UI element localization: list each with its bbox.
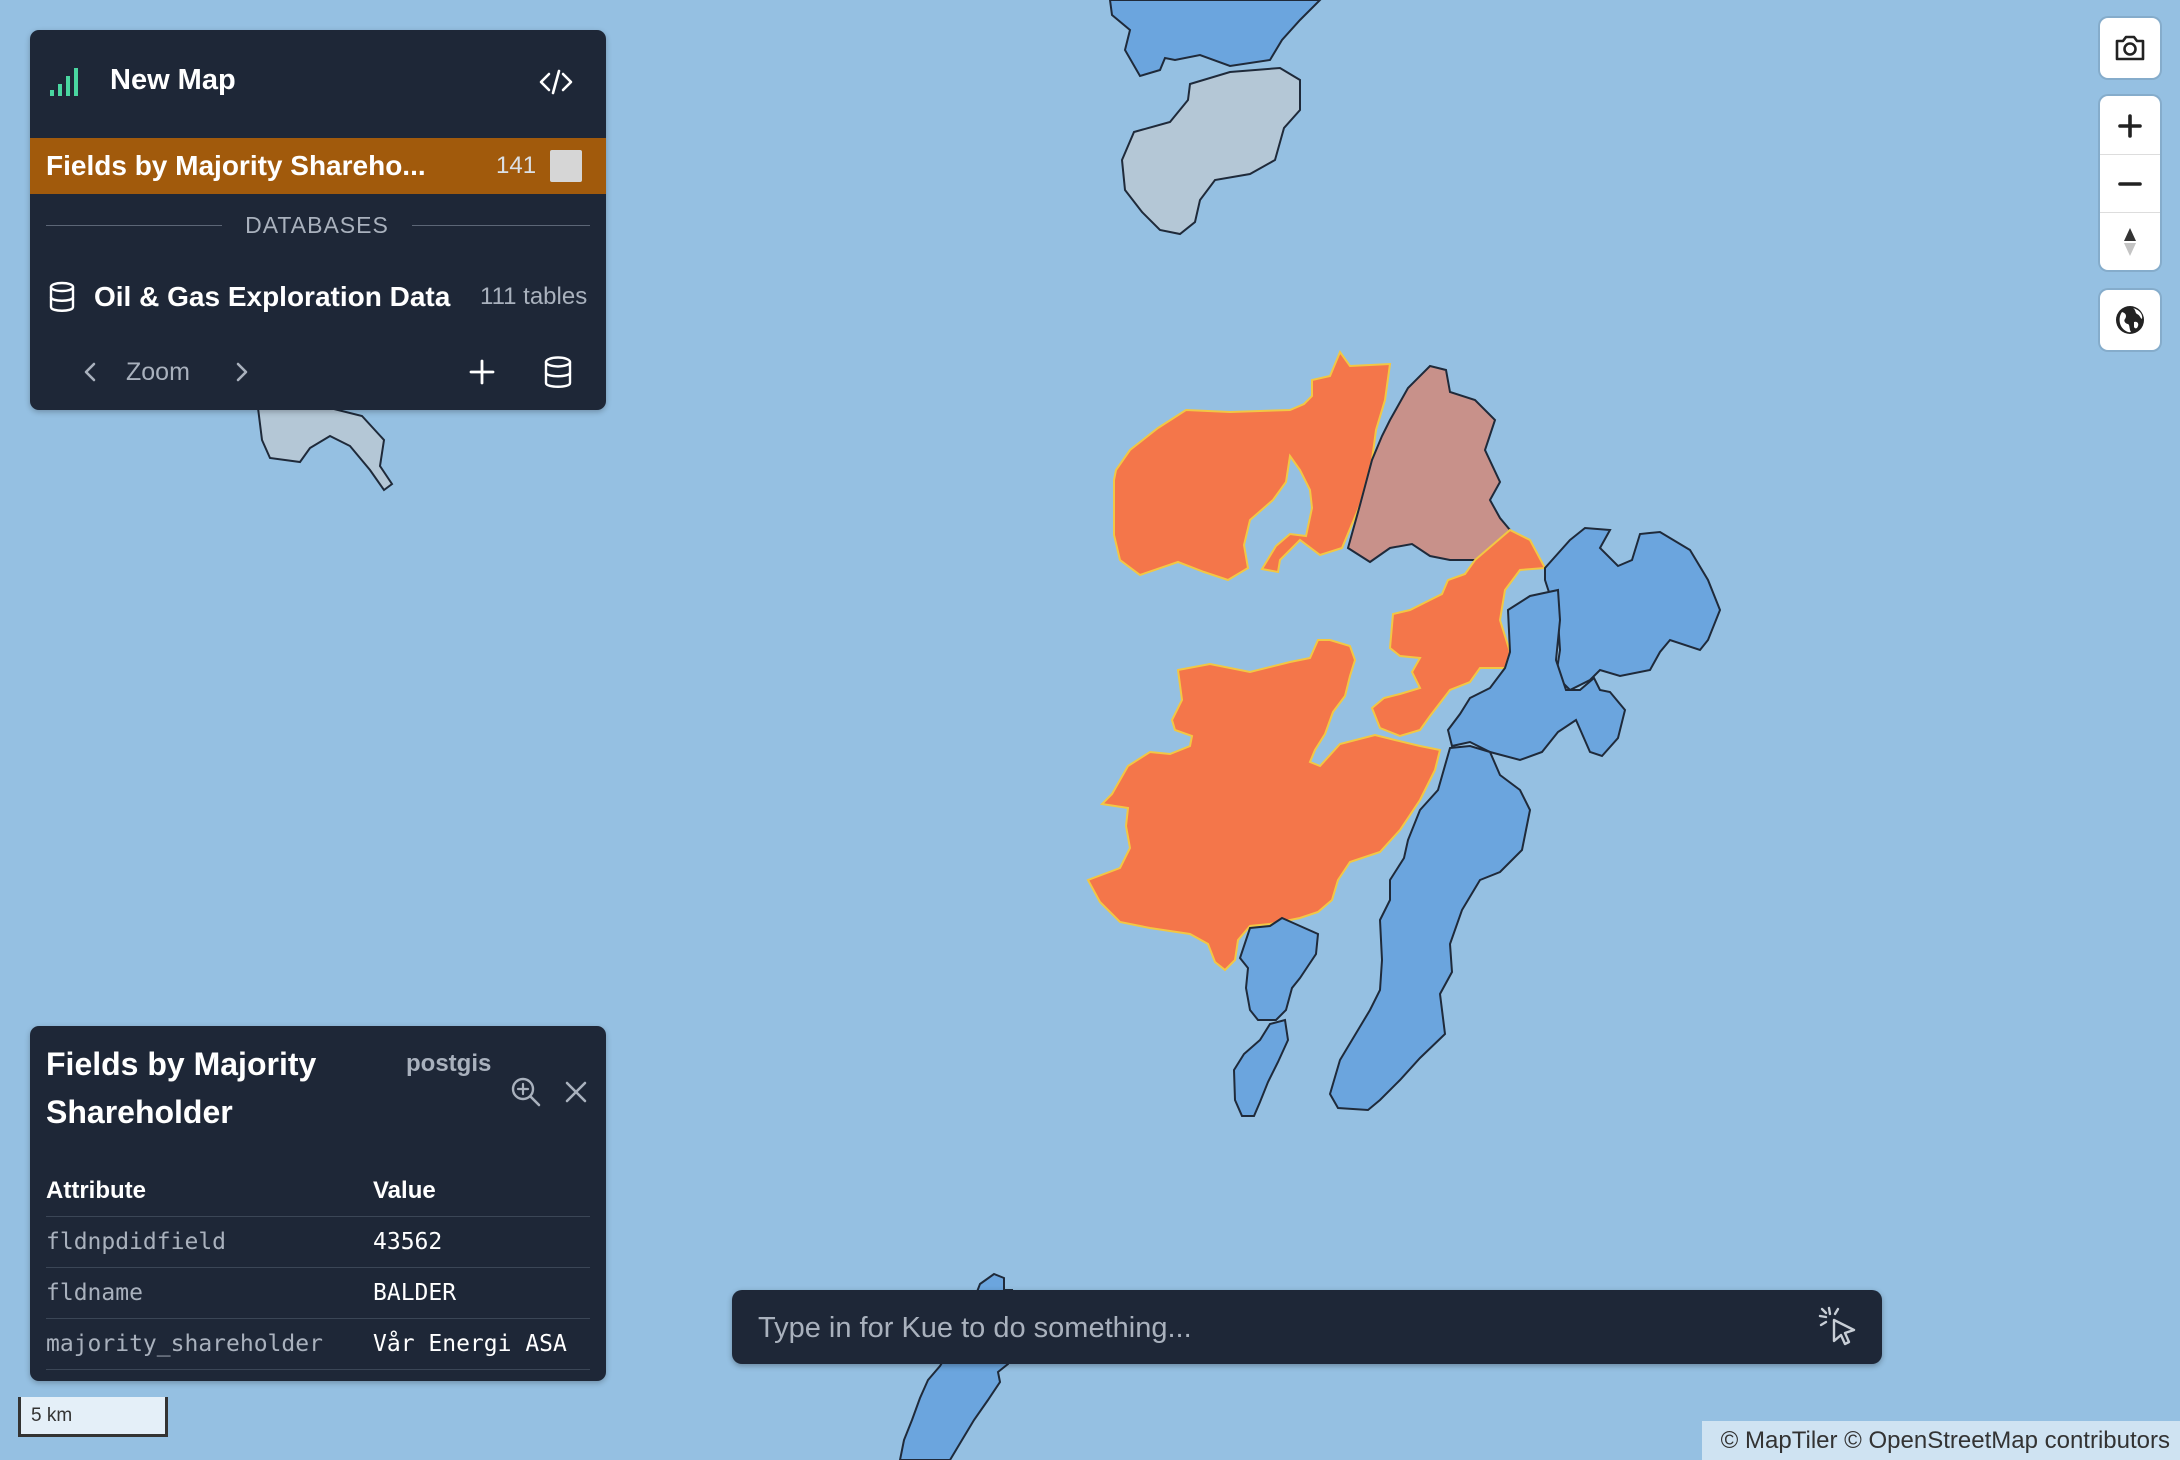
attribute-value: BALDER [373,1280,457,1306]
attribute-value: Vår Energi ASA [373,1331,567,1357]
layer-color-swatch[interactable] [550,150,582,182]
zoom-in-button[interactable] [2100,96,2160,154]
layer-name: Fields by Majority Shareho... [46,150,426,181]
code-icon[interactable] [534,60,578,104]
database-name: Oil & Gas Exploration Data [94,281,451,312]
zoom-label: Zoom [126,358,190,386]
databases-heading: DATABASES [245,212,389,238]
layers-panel: New Map Fields by Majority Shareho... 14… [30,30,606,410]
zoom-out-button[interactable] [2100,154,2160,212]
layer-item-fields-by-majority-shareholder[interactable]: Fields by Majority Shareho... 141 [30,138,606,194]
feature-layer-title: Fields by Majority Shareholder [46,1046,317,1130]
panel-footer: Zoom [30,350,606,400]
prompt-bar [732,1290,1882,1364]
camera-icon [2115,35,2145,61]
feature-info-panel: Fields by Majority Shareholder postgis A… [30,1026,606,1381]
screenshot-button[interactable] [2100,18,2160,78]
column-header-value: Value [373,1177,436,1204]
attribute-name: majority_shareholder [46,1331,323,1357]
database-item-oil-gas[interactable]: Oil & Gas Exploration Data 111 tables [30,270,606,326]
map-attribution[interactable]: © MapTiler © OpenStreetMap contributors [1702,1421,2180,1460]
panel-header: New Map [30,30,606,134]
minus-icon [2118,182,2142,186]
plus-icon[interactable] [460,350,504,394]
plus-icon [2118,114,2142,138]
sparkle-cursor-icon[interactable] [1816,1304,1862,1350]
scale-bar: 5 km [18,1397,168,1437]
globe-icon [2116,306,2144,334]
reset-bearing-button[interactable] [2100,212,2160,270]
divider [46,225,222,226]
database-table-count: 111 tables [480,283,588,310]
table-row: fldname BALDER [46,1268,590,1319]
compass-icon [2124,228,2136,256]
database-icon [46,280,78,314]
table-header-row: Attribute Value [46,1166,590,1217]
chevron-left-icon[interactable] [70,350,110,394]
navigation-controls [2100,96,2160,270]
map-title: New Map [110,64,236,96]
attribute-value: 43562 [373,1229,443,1255]
close-icon[interactable] [556,1072,596,1112]
feature-source-label: postgis [406,1050,492,1077]
layer-feature-count: 141 [496,152,537,179]
zoom-in-icon[interactable] [506,1072,546,1112]
database-icon[interactable] [536,350,580,394]
attribute-table: Attribute Value fldnpdidfield 43562 fldn… [46,1166,590,1370]
attribution-text[interactable]: © MapTiler © OpenStreetMap contributors [1721,1427,2180,1454]
globe-projection-button[interactable] [2100,290,2160,350]
chevron-right-icon[interactable] [222,350,262,394]
prompt-input[interactable] [756,1302,1780,1354]
bar-chart-icon [46,62,86,102]
table-row: fldnpdidfield 43562 [46,1217,590,1268]
scale-label: 5 km [31,1405,73,1426]
table-row: majority_shareholder Vår Energi ASA [46,1319,590,1370]
attribute-name: fldname [46,1280,143,1306]
divider [412,225,590,226]
column-header-attribute: Attribute [46,1177,146,1204]
attribute-name: fldnpdidfield [46,1229,227,1255]
